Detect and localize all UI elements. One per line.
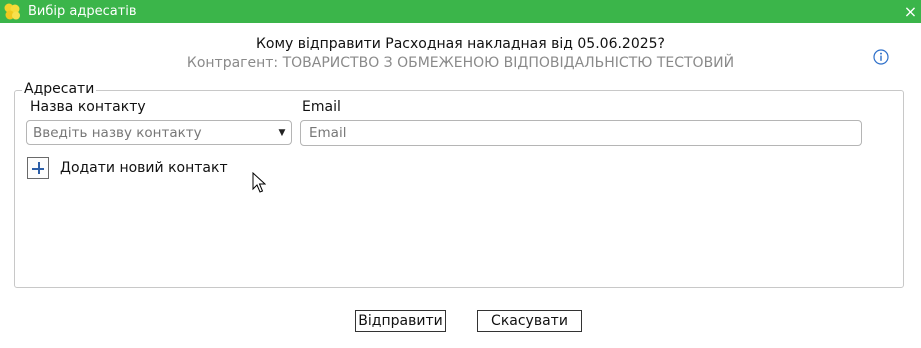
info-icon[interactable] [873,49,889,65]
cancel-button[interactable]: Скасувати [477,310,582,332]
send-button[interactable]: Відправити [355,310,446,332]
email-placeholder: Email [309,125,347,141]
email-input[interactable]: Email [300,120,862,146]
contact-name-select[interactable]: Введіть назву контакту ▼ [26,120,292,145]
add-contact-link[interactable]: Додати новий контакт [60,160,228,176]
counterparty-text: Контрагент: ТОВАРИСТВО З ОБМЕЖЕНОЮ ВІДПО… [186,55,735,71]
email-label: Email [302,99,341,115]
contact-name-label: Назва контакту [30,99,146,115]
chevron-down-icon[interactable]: ▼ [273,128,291,138]
title-bar: Вибір адресатів × [0,0,921,23]
send-question: Кому відправити Расходная накладная від … [255,36,665,52]
contact-name-placeholder: Введіть назву контакту [33,124,202,141]
mouse-pointer-icon [252,171,267,194]
close-icon[interactable]: × [902,3,919,20]
flower-logo-icon [2,2,22,22]
recipients-legend: Адресати [22,81,97,97]
window-title: Вибір адресатів [28,4,137,19]
plus-icon[interactable] [27,157,49,179]
